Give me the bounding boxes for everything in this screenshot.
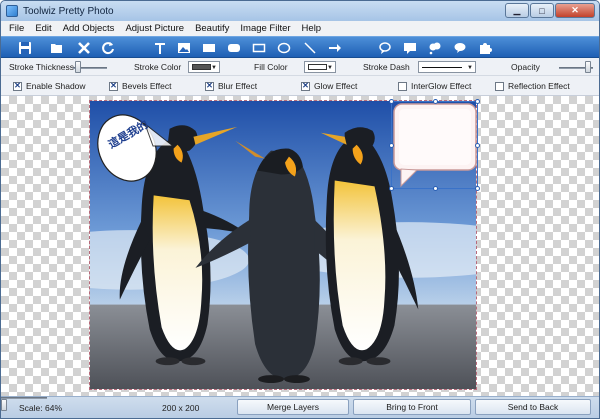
stroke-dash-label: Stroke Dash <box>363 62 410 72</box>
canvas-size: 200 x 200 <box>162 403 200 413</box>
ellipse-icon[interactable] <box>276 40 292 56</box>
stroke-dash-picker[interactable]: ▼ <box>418 61 476 73</box>
menu-bar: File Edit Add Objects Adjust Picture Bea… <box>1 21 599 36</box>
send-to-back-button[interactable]: Send to Back <box>475 399 591 415</box>
cloud-bubble-icon[interactable] <box>427 40 443 56</box>
checkbox-box[interactable]: ✕ <box>109 81 118 91</box>
fill-color-swatch <box>308 64 327 70</box>
resize-handle[interactable] <box>475 143 480 148</box>
scale-readout: Scale: 64% <box>19 403 62 413</box>
blur-effect-checkbox[interactable]: ✕ Blur Effect <box>205 81 257 91</box>
properties-bar: Stroke Thickness Stroke Color ▼ Fill Col… <box>1 58 599 76</box>
resize-handle[interactable] <box>475 99 480 104</box>
chevron-down-icon: ▼ <box>467 65 473 71</box>
delete-icon[interactable] <box>76 40 92 56</box>
app-icon <box>6 5 18 17</box>
chevron-down-icon: ▼ <box>327 65 333 71</box>
window-controls: ▁ □ ✕ <box>505 3 595 18</box>
stroke-color-swatch <box>192 64 211 70</box>
rect-bubble-icon[interactable] <box>402 40 418 56</box>
menu-beautify[interactable]: Beautify <box>195 23 229 34</box>
menu-adjust-picture[interactable]: Adjust Picture <box>125 23 184 34</box>
open-folder-icon[interactable] <box>49 40 65 56</box>
checkbox-box[interactable]: ✕ <box>301 81 310 91</box>
canvas-area[interactable]: 這是我的 <box>1 96 599 396</box>
resize-handle[interactable] <box>475 186 480 191</box>
refresh-icon[interactable] <box>100 40 116 56</box>
rectangle-shape-icon[interactable] <box>201 40 217 56</box>
checkbox-box[interactable] <box>495 81 504 91</box>
line-tool-icon[interactable] <box>302 40 318 56</box>
interglow-effect-checkbox[interactable]: InterGlow Effect <box>398 81 471 91</box>
fill-color-picker[interactable]: ▼ <box>304 61 336 73</box>
resize-handle[interactable] <box>389 99 394 104</box>
checkbox-box[interactable]: ✕ <box>13 81 22 91</box>
minimize-button[interactable]: ▁ <box>505 3 529 18</box>
puzzle-icon[interactable] <box>477 40 493 56</box>
stroke-thickness-label: Stroke Thickness <box>9 62 75 72</box>
close-button[interactable]: ✕ <box>555 3 595 18</box>
tool-bar <box>1 36 599 58</box>
speech-bubble-icon[interactable] <box>377 40 393 56</box>
resize-handle[interactable] <box>433 99 438 104</box>
menu-image-filter[interactable]: Image Filter <box>240 23 290 34</box>
scale-track[interactable] <box>1 397 47 399</box>
menu-file[interactable]: File <box>9 23 24 34</box>
scale-thumb[interactable] <box>1 399 7 411</box>
menu-edit[interactable]: Edit <box>35 23 51 34</box>
maximize-button[interactable]: □ <box>530 3 554 18</box>
text-tool-icon[interactable] <box>152 40 168 56</box>
oval-bubble-icon[interactable] <box>452 40 468 56</box>
glow-effect-checkbox[interactable]: ✕ Glow Effect <box>301 81 357 91</box>
checkbox-box[interactable]: ✕ <box>205 81 214 91</box>
stroke-color-picker[interactable]: ▼ <box>188 61 220 73</box>
opacity-label: Opacity <box>511 62 540 72</box>
bring-to-front-button[interactable]: Bring to Front <box>353 399 471 415</box>
rect-outline-icon[interactable] <box>251 40 267 56</box>
merge-layers-button[interactable]: Merge Layers <box>237 399 349 415</box>
menu-add-objects[interactable]: Add Objects <box>63 23 115 34</box>
enable-shadow-checkbox[interactable]: ✕ Enable Shadow <box>13 81 86 91</box>
opacity-thumb[interactable] <box>585 61 591 73</box>
bevels-effect-checkbox[interactable]: ✕ Bevels Effect <box>109 81 171 91</box>
save-icon[interactable] <box>17 40 33 56</box>
checkbox-box[interactable] <box>398 81 407 91</box>
effects-bar: ✕ Enable Shadow ✕ Bevels Effect ✕ Blur E… <box>1 76 599 96</box>
stroke-thickness-thumb[interactable] <box>75 61 81 73</box>
status-bar: Scale: 64% 200 x 200 Merge Layers Bring … <box>1 396 599 418</box>
image-tool-icon[interactable] <box>176 40 192 56</box>
title-bar: Toolwiz Pretty Photo ▁ □ ✕ <box>1 1 599 21</box>
app-window: Toolwiz Pretty Photo ▁ □ ✕ File Edit Add… <box>0 0 600 419</box>
resize-handle[interactable] <box>389 143 394 148</box>
menu-help[interactable]: Help <box>302 23 322 34</box>
reflection-effect-checkbox[interactable]: Reflection Effect <box>495 81 570 91</box>
arrow-tool-icon[interactable] <box>327 40 343 56</box>
window-title: Toolwiz Pretty Photo <box>23 5 114 17</box>
rounded-rect-icon[interactable] <box>226 40 242 56</box>
stroke-color-label: Stroke Color <box>134 62 182 72</box>
dash-style-preview <box>422 66 462 68</box>
resize-handle[interactable] <box>389 186 394 191</box>
chevron-down-icon: ▼ <box>211 65 217 71</box>
resize-handle[interactable] <box>433 186 438 191</box>
speech-bubble-left[interactable] <box>93 106 173 186</box>
fill-color-label: Fill Color <box>254 62 288 72</box>
selection-box[interactable] <box>389 99 480 191</box>
